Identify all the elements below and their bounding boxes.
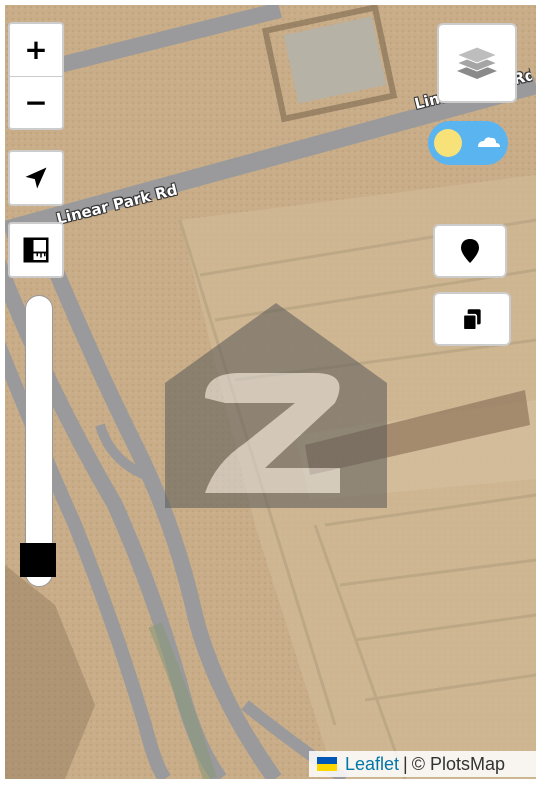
ukraine-flag-icon <box>317 757 337 771</box>
map-pin-icon <box>461 239 479 263</box>
zoom-out-button[interactable]: − <box>10 75 62 129</box>
layers-icon <box>455 46 499 79</box>
attribution-bar: Leaflet | © PlotsMap <box>309 751 547 777</box>
attribution-copyright: © PlotsMap <box>411 753 506 774</box>
theme-toggle[interactable] <box>428 121 508 165</box>
copy-icon <box>462 309 481 331</box>
zoom-in-button[interactable]: + <box>10 24 62 76</box>
attribution-separator: | <box>403 753 408 774</box>
measure-button[interactable] <box>8 222 64 278</box>
copy-button[interactable] <box>433 292 511 346</box>
layers-button[interactable] <box>437 23 517 103</box>
marker-button[interactable] <box>433 224 507 278</box>
leaflet-link[interactable]: Leaflet <box>345 754 399 775</box>
navigation-arrow-icon <box>25 167 47 189</box>
zoom-control: + − <box>8 22 64 130</box>
ruler-icon <box>23 237 49 263</box>
sun-cloud-toggle-icon <box>434 129 500 157</box>
locate-button[interactable] <box>8 150 64 206</box>
zameen-logo-watermark <box>165 303 387 508</box>
zoom-slider-handle[interactable] <box>20 543 56 577</box>
